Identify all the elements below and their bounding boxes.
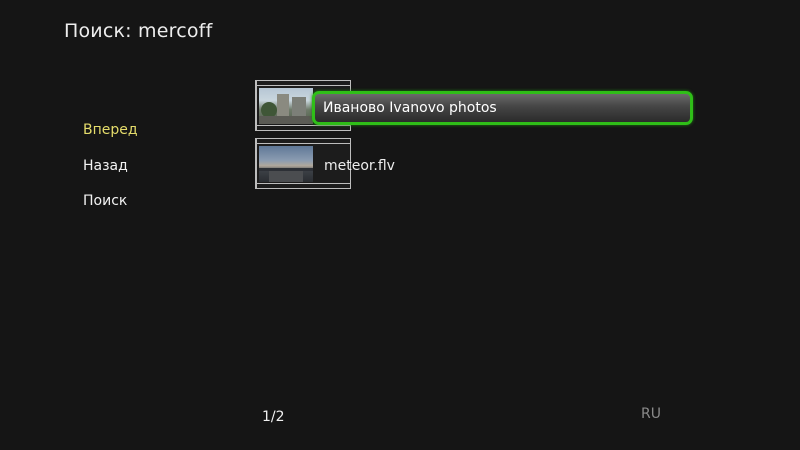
- result-label: meteor.flv: [324, 158, 395, 174]
- city-photo-thumbnail: [259, 88, 313, 124]
- page-indicator: 1/2: [262, 409, 285, 425]
- side-menu-item-forward[interactable]: Вперед: [83, 118, 233, 154]
- side-menu: Вперед Назад Поиск: [83, 118, 233, 225]
- result-item-ivanovo-photos[interactable]: Иваново Ivanovo photos: [255, 80, 700, 137]
- result-item-meteor-flv[interactable]: meteor.flv: [255, 138, 700, 195]
- side-menu-item-search[interactable]: Поиск: [83, 189, 233, 225]
- media-player-screen: Поиск: mercoff Вперед Назад Поиск Иванов…: [0, 0, 800, 450]
- video-thumbnail: [259, 146, 313, 182]
- search-results-list: Иваново Ivanovo photos meteor.flv: [255, 80, 700, 196]
- page-title: Поиск: mercoff: [64, 20, 213, 42]
- result-label: Иваново Ivanovo photos: [323, 100, 497, 116]
- side-menu-item-back[interactable]: Назад: [83, 154, 233, 190]
- language-indicator[interactable]: RU: [641, 406, 661, 422]
